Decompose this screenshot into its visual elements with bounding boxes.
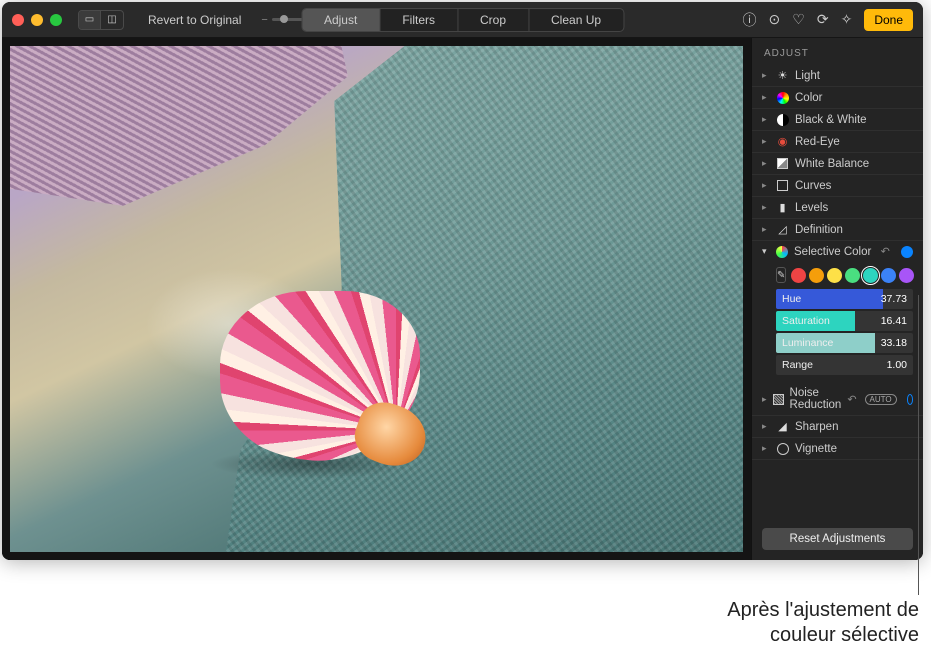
split-view-icon: ◫ [101,11,123,29]
undo-icon[interactable]: ↶ [881,245,890,258]
curves-icon [777,180,788,191]
status-ring [907,394,913,405]
titlebar: ▭ ◫ Revert to Original − + Adjust Filter… [2,2,923,38]
hue-swatch[interactable] [863,268,878,283]
editor-tabs: Adjust Filters Crop Clean Up [301,8,624,32]
adjust-curves[interactable]: ▸Curves [752,175,923,197]
rotate-icon[interactable]: ⟳ [817,11,829,28]
zoom-out-icon: − [261,14,267,26]
hue-swatch[interactable] [827,268,842,283]
tab-crop[interactable]: Crop [458,9,529,31]
vignette-icon [777,443,789,455]
hue-swatch[interactable] [881,268,896,283]
adjust-redeye[interactable]: ▸◉Red-Eye [752,131,923,153]
content: ADJUST ▸☀Light ▸Color ▸Black & White ▸◉R… [2,38,923,560]
saturation-slider[interactable]: Saturation16.41 [776,311,913,331]
revert-button[interactable]: Revert to Original [140,10,249,30]
eyedropper-button[interactable]: ✎ [776,267,786,283]
tab-filters[interactable]: Filters [380,9,458,31]
undo-icon[interactable]: ↶ [847,393,856,406]
zoom-window-button[interactable] [50,14,62,26]
sidebar-header: ADJUST [752,38,923,65]
reset-adjustments-button[interactable]: Reset Adjustments [762,528,913,550]
callout-line [918,295,919,595]
minimize-window-button[interactable] [31,14,43,26]
redeye-icon: ◉ [776,135,789,148]
adjust-white-balance[interactable]: ▸White Balance [752,153,923,175]
auto-pill[interactable]: AUTO [865,394,897,405]
done-button[interactable]: Done [864,9,913,31]
canvas [2,38,751,560]
more-icon[interactable]: ⊙ [769,11,781,28]
close-window-button[interactable] [12,14,24,26]
adjust-sidebar: ADJUST ▸☀Light ▸Color ▸Black & White ▸◉R… [751,38,923,560]
hue-swatch[interactable] [791,268,806,283]
auto-enhance-icon[interactable]: ✧ [841,11,853,28]
sharpen-icon: ◢ [776,420,789,433]
adjust-bw[interactable]: ▸Black & White [752,109,923,131]
sun-icon: ☀ [776,69,789,82]
hue-swatches: ✎ [776,267,913,283]
photos-edit-window: ▭ ◫ Revert to Original − + Adjust Filter… [2,2,923,560]
adjust-light[interactable]: ▸☀Light [752,65,923,87]
selective-color-panel: ✎ Hue37.73Saturation16.41Luminance33.18R… [752,263,923,383]
single-view-icon: ▭ [79,11,101,29]
view-toggle[interactable]: ▭ ◫ [78,10,124,30]
noise-icon [773,394,784,405]
range-slider[interactable]: Range1.00 [776,355,913,375]
hue-swatch[interactable] [899,268,914,283]
colorwheel-icon [777,92,789,104]
tab-cleanup[interactable]: Clean Up [529,9,623,31]
wb-icon [777,158,788,169]
luminance-slider[interactable]: Luminance33.18 [776,333,913,353]
hue-swatch[interactable] [845,268,860,283]
adjust-noise-reduction[interactable]: ▸Noise Reduction↶AUTO [752,383,923,416]
bw-icon [777,114,789,126]
edited-photo[interactable] [10,46,743,552]
tab-adjust[interactable]: Adjust [302,9,380,31]
adjust-selective-color[interactable]: ▾Selective Color↶ [752,241,923,263]
adjust-vignette[interactable]: ▸Vignette [752,438,923,460]
levels-icon: ▮ [776,201,789,214]
window-controls [12,14,62,26]
selective-color-icon [776,246,788,258]
active-badge [901,246,913,258]
definition-icon: ◿ [776,223,789,236]
hue-slider[interactable]: Hue37.73 [776,289,913,309]
favorite-heart-icon[interactable]: ♡ [792,11,805,28]
adjust-sharpen[interactable]: ▸◢Sharpen [752,416,923,438]
adjust-definition[interactable]: ▸◿Definition [752,219,923,241]
info-icon[interactable]: ⓘ [743,10,757,30]
hue-swatch[interactable] [809,268,824,283]
adjust-levels[interactable]: ▸▮Levels [752,197,923,219]
adjust-color[interactable]: ▸Color [752,87,923,109]
caption: Après l'ajustement de couleur sélective [727,598,919,648]
